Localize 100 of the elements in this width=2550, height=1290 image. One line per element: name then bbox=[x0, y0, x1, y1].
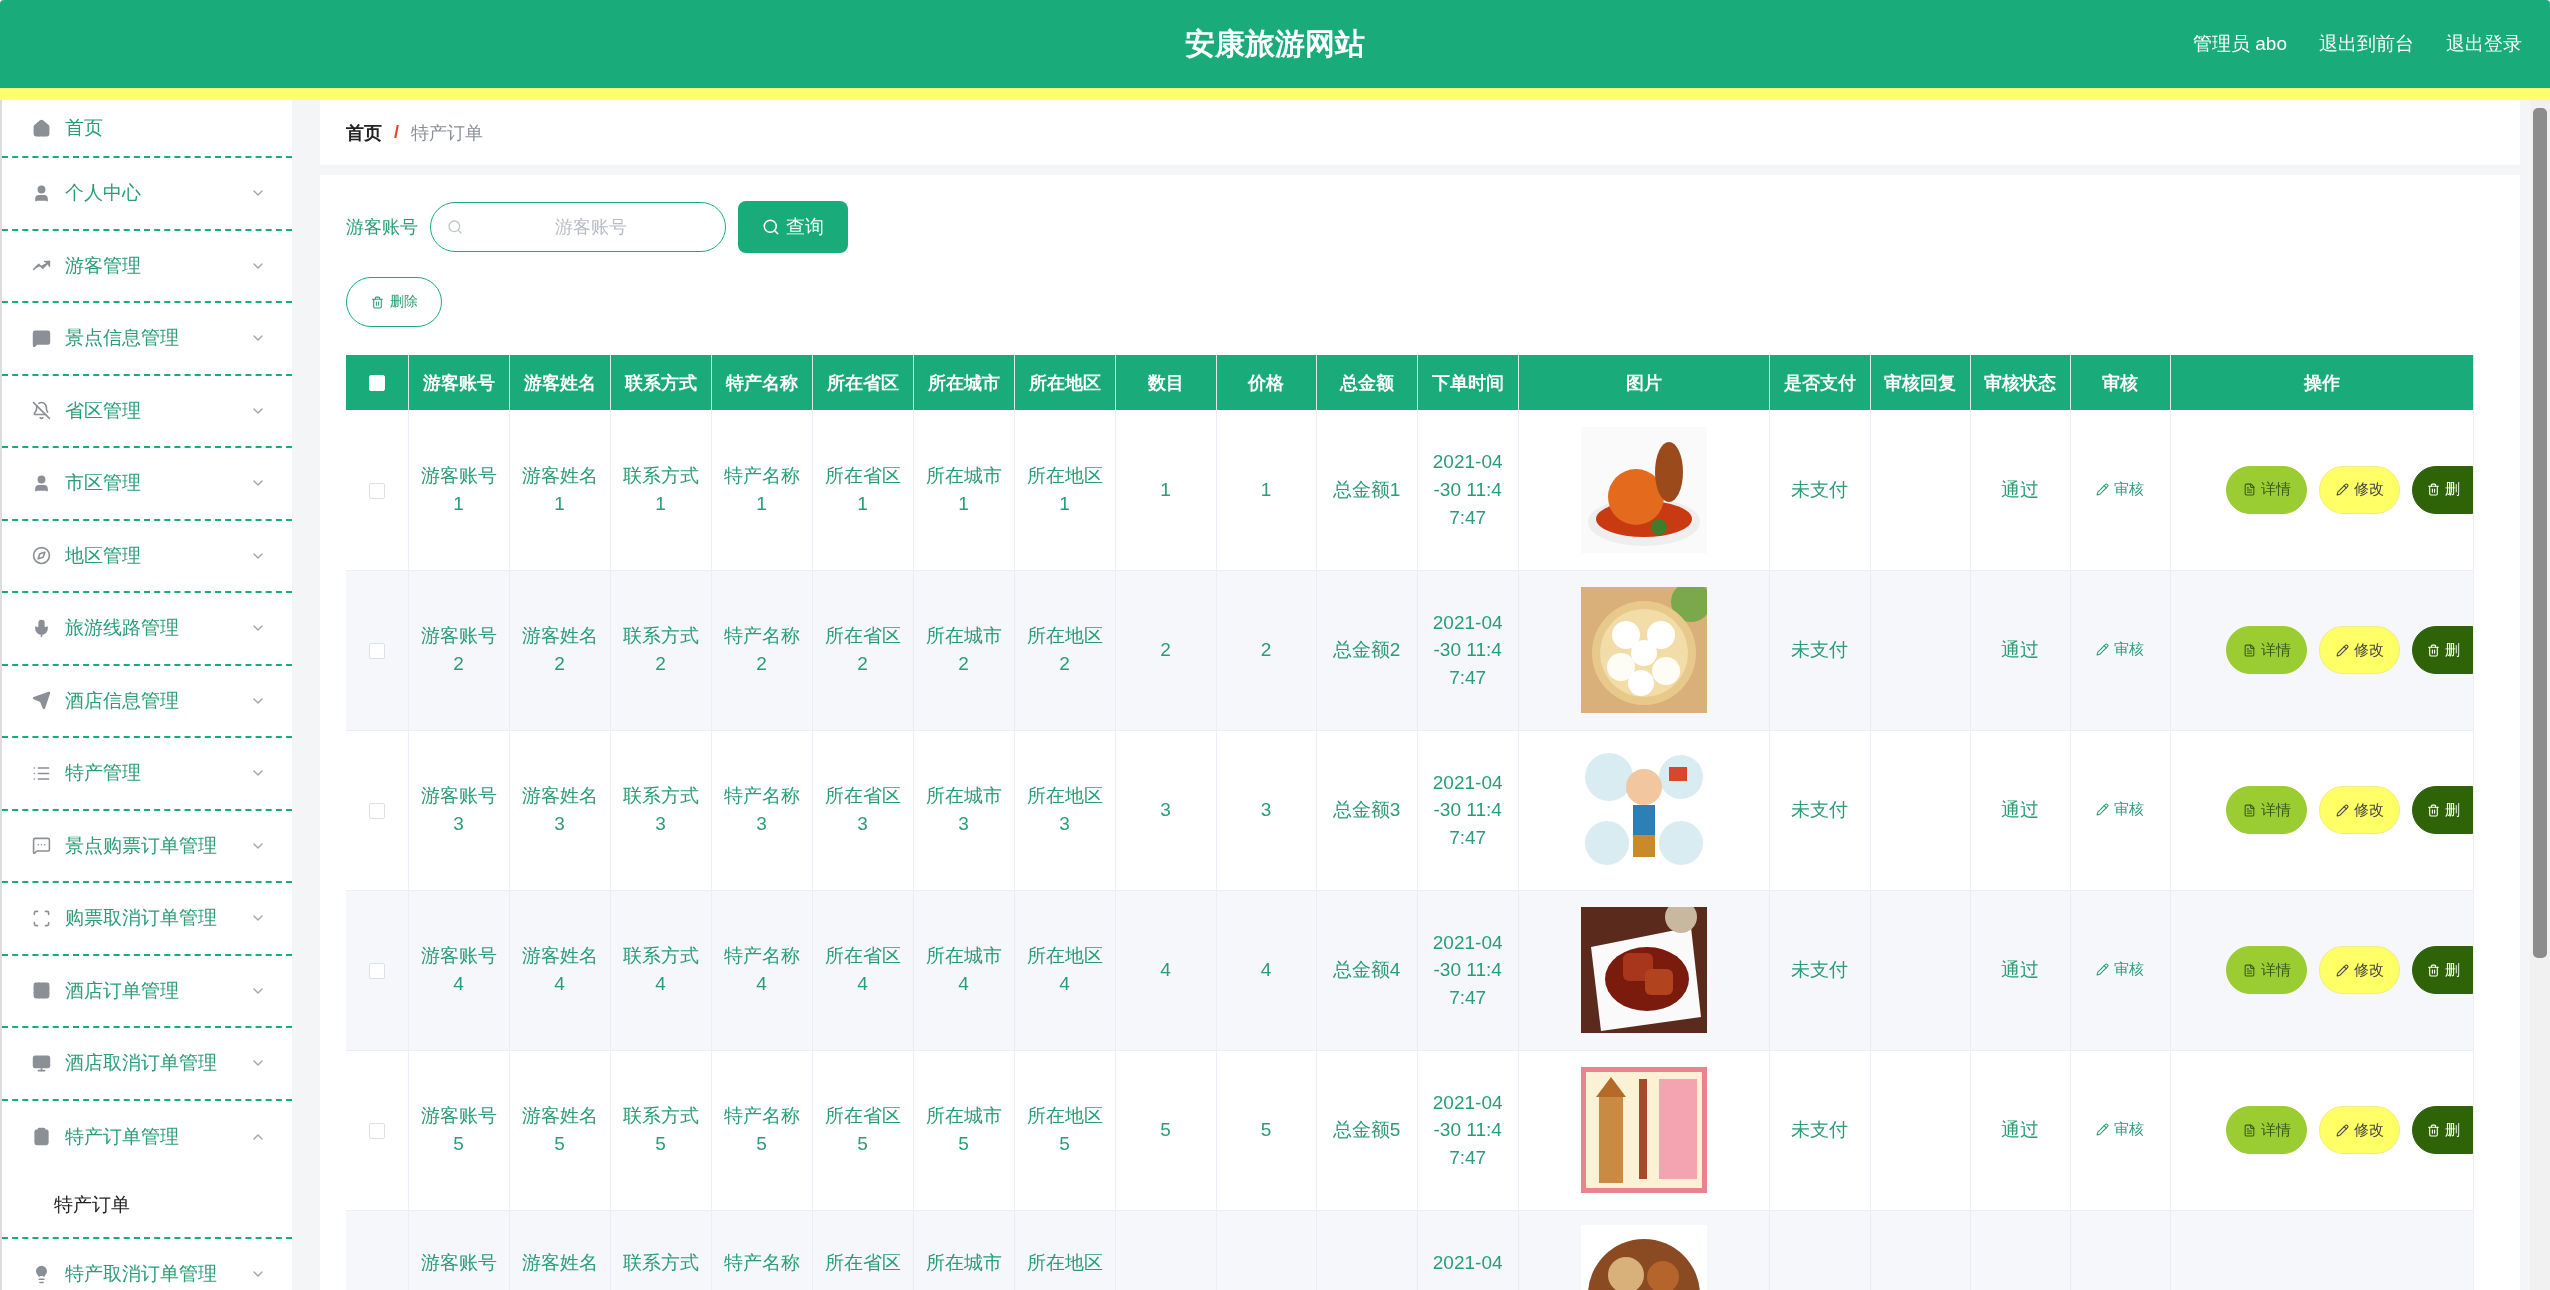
details-button[interactable]: 详情 bbox=[2226, 946, 2307, 994]
table-cell-text: 联系方式1 bbox=[621, 464, 700, 516]
row-checkbox[interactable] bbox=[368, 482, 385, 499]
column-header: 联系方式 bbox=[610, 355, 712, 410]
audit-link[interactable]: 审核 bbox=[2096, 479, 2145, 499]
table-cell-text: 总金额5 bbox=[1331, 1118, 1402, 1143]
row-checkbox[interactable] bbox=[368, 962, 385, 979]
sidebar-label: 游客管理 bbox=[65, 253, 142, 278]
table-cell-text: 游客账号5 bbox=[419, 1104, 498, 1156]
edit-button[interactable]: 修改 bbox=[2319, 1106, 2400, 1154]
edit-button[interactable]: 修改 bbox=[2319, 946, 2400, 994]
sidebar-label: 首页 bbox=[65, 116, 104, 140]
delete-button[interactable]: 删除 bbox=[346, 277, 442, 327]
sidebar-item[interactable]: 特产订单管理 bbox=[2, 1100, 292, 1173]
audit-link[interactable]: 审核 bbox=[2096, 960, 2145, 979]
document-icon bbox=[2242, 483, 2256, 497]
table-cell-text: 特产名称 bbox=[722, 1250, 801, 1275]
table-cell-text: 特产名称5 bbox=[722, 1104, 801, 1156]
table-cell-text: 未支付 bbox=[1790, 477, 1850, 502]
document-icon bbox=[2242, 1123, 2256, 1137]
table-cell-text: 所在省区2 bbox=[823, 624, 902, 676]
details-button[interactable]: 详情 bbox=[2226, 786, 2307, 834]
search-button[interactable]: 查询 bbox=[738, 201, 848, 253]
delete-button[interactable]: 删 bbox=[2412, 946, 2473, 994]
delete-button[interactable]: 删 bbox=[2412, 786, 2473, 834]
sidebar-label: 酒店取消订单管理 bbox=[65, 1051, 218, 1076]
sidebar-label: 省区管理 bbox=[65, 398, 142, 423]
document-icon bbox=[2242, 643, 2256, 657]
header-link[interactable]: 管理员 abo bbox=[2193, 31, 2287, 57]
select-all-checkbox[interactable] bbox=[368, 375, 385, 392]
header-link[interactable]: 退出登录 bbox=[2446, 31, 2522, 57]
search-label: 游客账号 bbox=[346, 216, 418, 239]
column-header: 所在地区 bbox=[1014, 355, 1116, 410]
column-header: 操作 bbox=[2170, 355, 2474, 410]
row-checkbox[interactable] bbox=[368, 1122, 385, 1139]
chat-icon bbox=[32, 836, 51, 856]
sidebar-label: 特产取消订单管理 bbox=[65, 1262, 218, 1287]
table-cell-text: 通过 bbox=[2000, 638, 2041, 663]
table-cell-text: 2021-04-30 11:47:47 bbox=[1431, 450, 1504, 530]
column-header: 是否支付 bbox=[1769, 355, 1871, 410]
edit-button[interactable]: 修改 bbox=[2319, 465, 2400, 514]
audit-link[interactable]: 审核 bbox=[2096, 800, 2145, 819]
monitor-icon bbox=[32, 1053, 51, 1073]
sidebar-label: 特产管理 bbox=[65, 761, 142, 786]
table-cell-text: 特产名称3 bbox=[722, 784, 801, 836]
table-cell-text: 所在省区1 bbox=[823, 464, 902, 516]
details-button[interactable]: 详情 bbox=[2226, 626, 2307, 674]
search-icon bbox=[447, 219, 463, 235]
table-cell-text: 通过 bbox=[2000, 798, 2041, 823]
table-cell-text: 游客姓名2 bbox=[520, 624, 599, 676]
send-icon bbox=[32, 691, 51, 711]
delete-button[interactable]: 删 bbox=[2412, 1106, 2473, 1154]
details-button[interactable]: 详情 bbox=[2226, 465, 2307, 514]
column-header: 审核回复 bbox=[1870, 355, 1971, 410]
table-cell-text: 所在省区3 bbox=[823, 784, 902, 836]
table-cell-text: 联系方式 bbox=[621, 1250, 700, 1275]
table-cell-text: 所在城市3 bbox=[924, 784, 1003, 836]
breadcrumb-current: 特产订单 bbox=[411, 121, 483, 145]
pencil-icon bbox=[2096, 1123, 2110, 1136]
edit-button[interactable]: 修改 bbox=[2319, 786, 2400, 834]
table-cell-text: 联系方式3 bbox=[621, 784, 700, 836]
pencil-icon bbox=[2096, 643, 2110, 656]
row-checkbox[interactable] bbox=[368, 802, 385, 819]
table-cell-text: 特产名称1 bbox=[722, 464, 801, 516]
sidebar-label: 个人中心 bbox=[65, 181, 142, 206]
sidebar-subitem[interactable]: 特产订单 bbox=[54, 1192, 130, 1218]
pencil-icon bbox=[2335, 1123, 2349, 1137]
table-cell-text: 未支付 bbox=[1790, 638, 1850, 663]
breadcrumb-link[interactable]: 首页 bbox=[346, 120, 382, 145]
table-cell-text: 游客姓名3 bbox=[520, 784, 599, 836]
table-cell-text: 通过 bbox=[2000, 1118, 2041, 1143]
table-cell-text: 4 bbox=[1259, 958, 1273, 983]
table-cell-text: 通过 bbox=[2000, 477, 2041, 502]
header-link[interactable]: 退出到前台 bbox=[2319, 31, 2414, 57]
table-cell-text: 所在地区5 bbox=[1025, 1104, 1104, 1156]
table-cell-text: 5 bbox=[1259, 1118, 1273, 1143]
audit-link[interactable]: 审核 bbox=[2096, 1120, 2145, 1139]
table-cell-text: 游客账号3 bbox=[419, 784, 498, 836]
delete-button[interactable]: 删 bbox=[2412, 465, 2473, 514]
table-cell-text: 3 bbox=[1259, 798, 1273, 823]
pencil-icon bbox=[2335, 643, 2349, 657]
audit-link[interactable]: 审核 bbox=[2096, 640, 2145, 659]
table-cell-text: 所在省区5 bbox=[823, 1104, 902, 1156]
table-cell-text: 2021-04-30 11:47:47 bbox=[1431, 1090, 1504, 1170]
table-cell-text: 游客姓名4 bbox=[520, 944, 599, 996]
table-cell-text: 游客姓名5 bbox=[520, 1104, 599, 1156]
scrollbar[interactable] bbox=[2530, 100, 2550, 1290]
table-cell-text: 游客账号 bbox=[419, 1250, 498, 1275]
pencil-icon bbox=[2335, 803, 2349, 817]
pencil-icon bbox=[2096, 482, 2110, 496]
table-cell-text: 游客姓名1 bbox=[520, 464, 599, 516]
column-header: 数目 bbox=[1115, 355, 1217, 410]
table-cell-text: 联系方式5 bbox=[621, 1104, 700, 1156]
details-button[interactable]: 详情 bbox=[2226, 1106, 2307, 1154]
edit-button[interactable]: 修改 bbox=[2319, 626, 2400, 674]
delete-button[interactable]: 删 bbox=[2412, 626, 2473, 674]
column-header: 所在省区 bbox=[812, 355, 914, 410]
row-checkbox[interactable] bbox=[368, 642, 385, 659]
search-field[interactable]: 游客账号 bbox=[430, 202, 726, 252]
table-cell-text: 游客账号1 bbox=[419, 464, 498, 516]
